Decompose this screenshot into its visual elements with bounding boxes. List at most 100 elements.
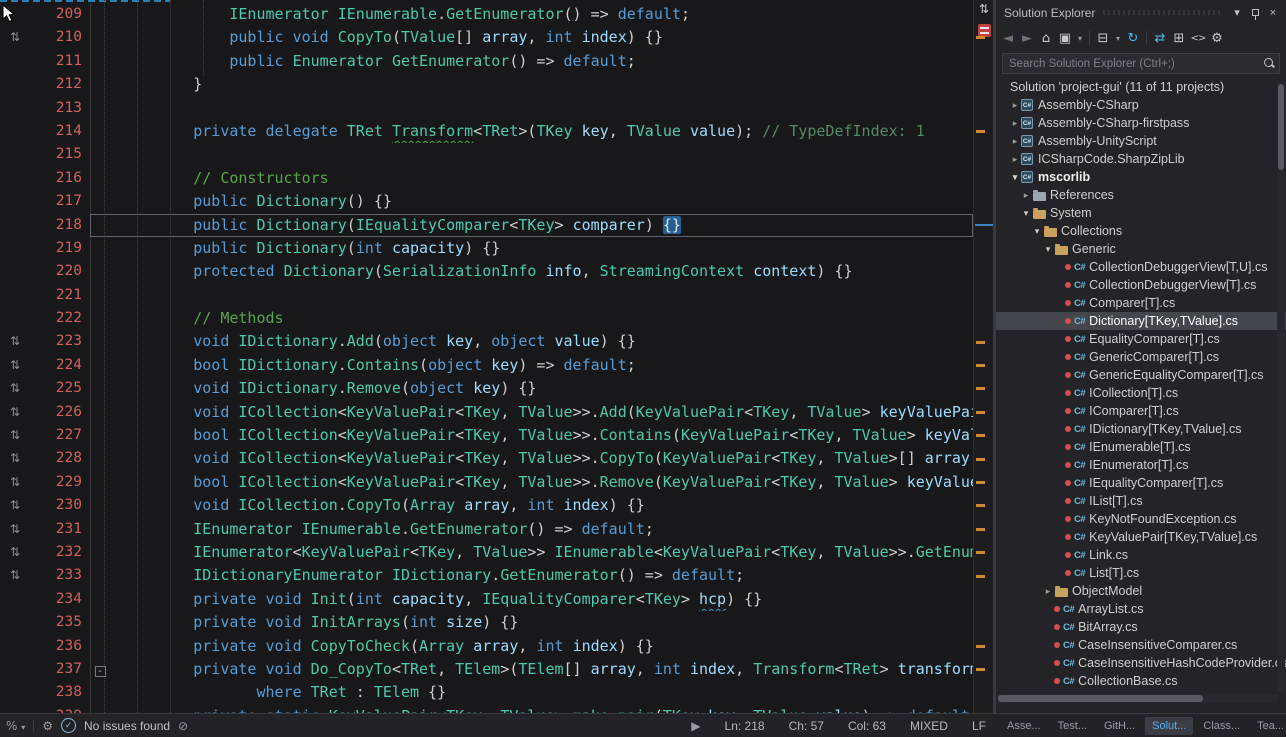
code-line[interactable]: 219 public Dictionary(int capacity) {} bbox=[0, 237, 973, 260]
code-line[interactable]: 215 bbox=[0, 143, 973, 166]
tree-item[interactable]: ▾Collections bbox=[996, 222, 1286, 240]
sync-active-document-icon[interactable]: ⇄ bbox=[1152, 29, 1168, 47]
code-line[interactable]: ⇅223 void IDictionary.Add(object key, ob… bbox=[0, 330, 973, 353]
expander-expanded-icon[interactable]: ▾ bbox=[1020, 208, 1032, 219]
refresh-icon[interactable]: ↻ bbox=[1125, 29, 1141, 47]
line-number[interactable]: 220 bbox=[30, 260, 90, 283]
line-number[interactable]: 234 bbox=[30, 588, 90, 611]
updown-arrows-icon[interactable]: ⇅ bbox=[0, 377, 30, 400]
tool-window-tab[interactable]: Test... bbox=[1051, 717, 1094, 735]
code-line[interactable]: 222 // Methods bbox=[0, 307, 973, 330]
line-number[interactable]: 238 bbox=[30, 681, 90, 704]
view-code-icon[interactable]: <> bbox=[1190, 29, 1206, 47]
tool-window-tab[interactable]: GitH... bbox=[1097, 717, 1142, 735]
tree-item[interactable]: C#List[T].cs bbox=[996, 564, 1286, 582]
code-line[interactable]: 211 public Enumerator GetEnumerator() =>… bbox=[0, 50, 973, 73]
expander-collapsed-icon[interactable]: ▸ bbox=[1009, 154, 1021, 165]
window-position-icon[interactable]: ▾ bbox=[1228, 4, 1246, 22]
code-line[interactable]: 238 where TRet : TElem {} bbox=[0, 681, 973, 704]
code-line[interactable]: ⇅210 public void CopyTo(TValue[] array, … bbox=[0, 26, 973, 49]
split-editor-handle-icon[interactable]: ⇅ bbox=[974, 2, 994, 16]
line-number[interactable]: 209 bbox=[30, 3, 90, 26]
tools-icon[interactable]: ⚙ bbox=[42, 719, 53, 733]
updown-arrows-icon[interactable]: ⇅ bbox=[0, 471, 30, 494]
updown-arrows-icon[interactable]: ⇅ bbox=[0, 330, 30, 353]
encoding-indicator[interactable]: MIXED bbox=[910, 719, 948, 733]
tool-window-tab[interactable]: Solut... bbox=[1145, 717, 1193, 735]
caret-indicator-icon[interactable]: ▶ bbox=[691, 719, 700, 733]
line-ending-indicator[interactable]: LF bbox=[972, 719, 986, 733]
line-number[interactable]: 225 bbox=[30, 377, 90, 400]
line-number[interactable]: 229 bbox=[30, 471, 90, 494]
line-number[interactable]: 232 bbox=[30, 541, 90, 564]
tree-item[interactable]: ▸C#Assembly-UnityScript bbox=[996, 132, 1286, 150]
drag-grip[interactable] bbox=[1103, 10, 1220, 15]
updown-arrows-icon[interactable]: ⇅ bbox=[0, 401, 30, 424]
code-line[interactable]: ⇅229 bool ICollection<KeyValuePair<TKey,… bbox=[0, 471, 973, 494]
home-icon[interactable]: ⌂ bbox=[1038, 29, 1054, 47]
code-line[interactable]: ⇅230 void ICollection.CopyTo(Array array… bbox=[0, 494, 973, 517]
tree-item[interactable]: C#IDictionary[TKey,TValue].cs bbox=[996, 420, 1286, 438]
line-number[interactable]: 216 bbox=[30, 167, 90, 190]
fold-collapse-icon[interactable]: - bbox=[91, 658, 109, 681]
line-number[interactable]: 230 bbox=[30, 494, 90, 517]
line-number[interactable]: 218 bbox=[30, 214, 90, 237]
tree-item[interactable]: ▸C#Assembly-CSharp bbox=[996, 96, 1286, 114]
updown-arrows-icon[interactable]: ⇅ bbox=[0, 541, 30, 564]
line-number[interactable]: 231 bbox=[30, 518, 90, 541]
tree-item[interactable]: ▸References bbox=[996, 186, 1286, 204]
expander-collapsed-icon[interactable]: ▸ bbox=[1009, 136, 1021, 147]
updown-arrows-icon[interactable]: ⇅ bbox=[0, 424, 30, 447]
code-editor[interactable]: 209 IEnumerator IEnumerable.GetEnumerato… bbox=[0, 0, 973, 713]
tree-item[interactable]: C#IList[T].cs bbox=[996, 492, 1286, 510]
line-number[interactable]: 237 bbox=[30, 658, 90, 681]
pin-icon[interactable] bbox=[1246, 4, 1264, 22]
code-line[interactable]: ⇅228 void ICollection<KeyValuePair<TKey,… bbox=[0, 447, 973, 470]
code-line[interactable]: 213 bbox=[0, 97, 973, 120]
line-number[interactable]: 222 bbox=[30, 307, 90, 330]
tree-item[interactable]: C#CollectionDebuggerView[T].cs bbox=[996, 276, 1286, 294]
tree-item[interactable]: ▸C#Assembly-CSharp-firstpass bbox=[996, 114, 1286, 132]
code-line[interactable]: 214 private delegate TRet Transform<TRet… bbox=[0, 120, 973, 143]
code-line[interactable]: ⇅231 IEnumerator IEnumerable.GetEnumerat… bbox=[0, 518, 973, 541]
char-indicator[interactable]: Ch: 57 bbox=[789, 719, 824, 733]
line-number[interactable]: 210 bbox=[30, 26, 90, 49]
search-icon[interactable] bbox=[1263, 57, 1275, 69]
code-line[interactable]: ⇅233 IDictionaryEnumerator IDictionary.G… bbox=[0, 564, 973, 587]
tree-item[interactable]: ▾Generic bbox=[996, 240, 1286, 258]
line-number[interactable]: 235 bbox=[30, 611, 90, 634]
tree-item[interactable]: C#KeyValuePair[TKey,TValue].cs bbox=[996, 528, 1286, 546]
code-line[interactable]: ⇅232 IEnumerator<KeyValuePair<TKey, TVal… bbox=[0, 541, 973, 564]
tree-item[interactable]: C#ICollection[T].cs bbox=[996, 384, 1286, 402]
tree-item[interactable]: ▸C#ICSharpCode.SharpZipLib bbox=[996, 150, 1286, 168]
tree-item[interactable]: C#CollectionBase.cs bbox=[996, 672, 1286, 690]
updown-arrows-icon[interactable]: ⇅ bbox=[0, 26, 30, 49]
code-line[interactable]: ⇅224 bool IDictionary.Contains(object ke… bbox=[0, 354, 973, 377]
updown-arrows-icon[interactable]: ⇅ bbox=[0, 447, 30, 470]
tree-item[interactable]: C#EqualityComparer[T].cs bbox=[996, 330, 1286, 348]
zoom-level[interactable]: % ▾ bbox=[6, 719, 25, 733]
code-line[interactable]: 235 private void InitArrays(int size) {} bbox=[0, 611, 973, 634]
tree-item[interactable]: C#Link.cs bbox=[996, 546, 1286, 564]
show-all-files-icon[interactable]: ⊞ bbox=[1171, 29, 1187, 47]
tree-item[interactable]: ▸ObjectModel bbox=[996, 582, 1286, 600]
code-line[interactable]: ⇅225 void IDictionary.Remove(object key)… bbox=[0, 377, 973, 400]
updown-arrows-icon[interactable]: ⇅ bbox=[0, 494, 30, 517]
tree-item[interactable]: C#CaseInsensitiveHashCodeProvider.cs bbox=[996, 654, 1286, 672]
tree-item[interactable]: C#IEnumerable[T].cs bbox=[996, 438, 1286, 456]
forward-icon[interactable]: ► bbox=[1019, 29, 1035, 47]
tree-item[interactable]: C#IEqualityComparer[T].cs bbox=[996, 474, 1286, 492]
updown-arrows-icon[interactable]: ⇅ bbox=[0, 354, 30, 377]
switch-views-icon[interactable]: ▣ bbox=[1057, 29, 1073, 47]
tree-item[interactable]: C#Comparer[T].cs bbox=[996, 294, 1286, 312]
code-line[interactable]: 239 private static KeyValuePair<TKey, TV… bbox=[0, 705, 973, 713]
scrollbar-th umb[interactable] bbox=[998, 695, 1203, 702]
line-number[interactable]: 212 bbox=[30, 73, 90, 96]
line-number[interactable]: 233 bbox=[30, 564, 90, 587]
tree-item[interactable]: ▾System bbox=[996, 204, 1286, 222]
chevron-down-icon[interactable]: ▾ bbox=[1076, 29, 1084, 47]
line-number[interactable]: 236 bbox=[30, 635, 90, 658]
line-number[interactable]: 223 bbox=[30, 330, 90, 353]
tree-item[interactable]: Solution 'project-gui' (11 of 11 project… bbox=[996, 78, 1286, 96]
tree-item[interactable]: C#BitArray.cs bbox=[996, 618, 1286, 636]
